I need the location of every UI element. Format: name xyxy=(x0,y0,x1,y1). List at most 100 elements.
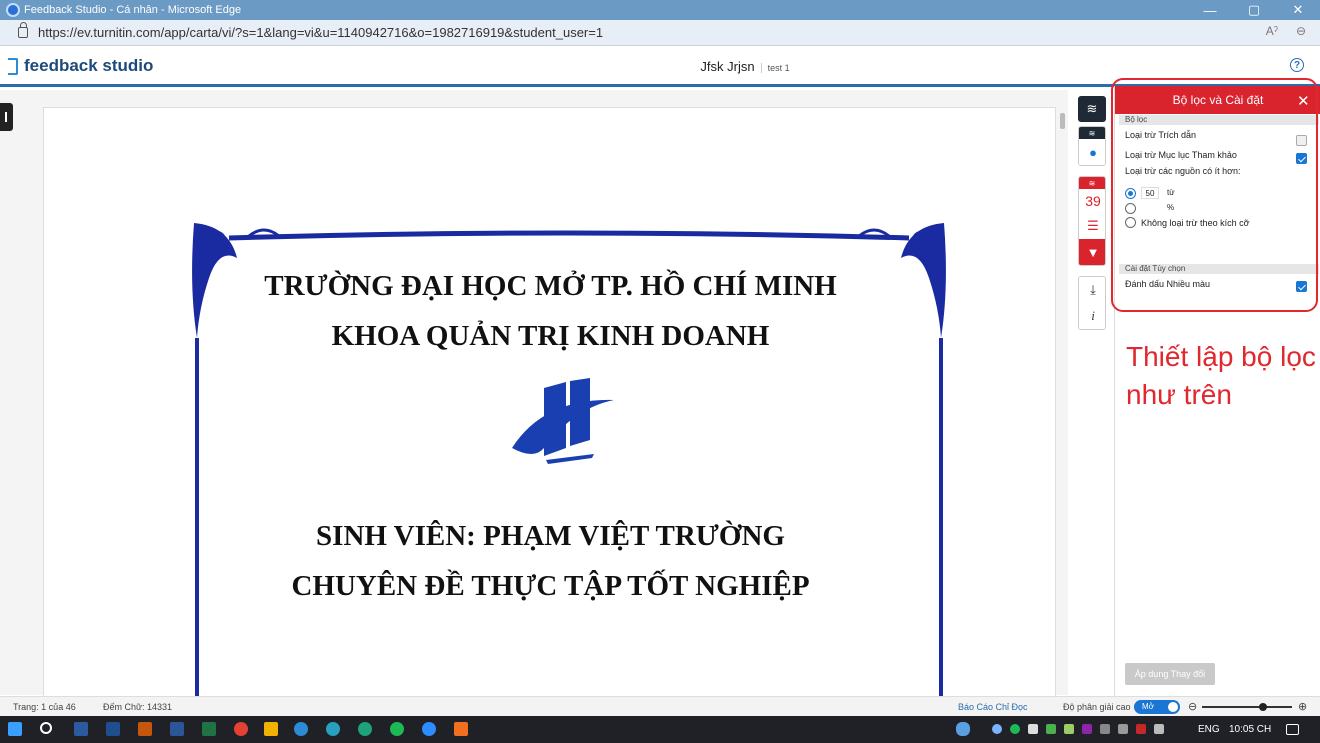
keyboard-icon[interactable] xyxy=(1118,724,1128,734)
tray-battery-icon[interactable] xyxy=(1046,724,1056,734)
high-resolution-toggle[interactable]: Mở xyxy=(1134,700,1180,714)
edge-icon[interactable] xyxy=(294,722,308,736)
info-icon[interactable]: i xyxy=(1079,303,1105,329)
doc-university-line: TRƯỜNG ĐẠI HỌC MỞ TP. HỒ CHÍ MINH xyxy=(264,270,837,302)
window-title: Feedback Studio - Cá nhân - Microsoft Ed… xyxy=(24,4,242,16)
notification-icon[interactable] xyxy=(1286,724,1299,735)
language-indicator[interactable]: ENG xyxy=(1198,724,1220,735)
words-radio[interactable] xyxy=(1125,188,1136,199)
university-emblem-icon xyxy=(512,378,614,464)
text-only-report-link[interactable]: Báo Cáo Chỉ Đọc xyxy=(958,702,1028,712)
student-info: Jfsk Jrjsn test 1 xyxy=(0,59,1320,74)
feedback-layer-icon: ≋ xyxy=(1079,127,1105,139)
windows-taskbar: ENG 10:05 CH xyxy=(0,716,1320,743)
tray-shield-icon[interactable] xyxy=(1064,724,1074,734)
no-size-exclusion-label: Không loại trừ theo kích cỡ xyxy=(1141,218,1250,228)
clock[interactable]: 10:05 CH xyxy=(1229,724,1271,735)
similarity-group: ≋ 39 ☰ ▼ xyxy=(1078,176,1106,266)
tool-column: ≋ ≋ ● ≋ 39 ☰ ▼ ⤓ i xyxy=(1078,96,1106,340)
word-icon[interactable] xyxy=(170,722,184,736)
lightroom-icon[interactable] xyxy=(74,722,88,736)
app-icon[interactable] xyxy=(454,722,468,736)
status-bar: Trang: 1 của 46 Đếm Chữ: 14331 Báo Cáo C… xyxy=(0,696,1320,716)
word-count: Đếm Chữ: 14331 xyxy=(103,702,173,712)
start-icon[interactable] xyxy=(8,722,22,736)
edge-dev-icon[interactable] xyxy=(358,722,372,736)
assignment-name: test 1 xyxy=(760,63,790,73)
address-bar[interactable]: https://ev.turnitin.com/app/carta/vi/?s=… xyxy=(0,20,1320,46)
zoom-slider[interactable] xyxy=(1202,703,1292,711)
feedback-group: ≋ ● xyxy=(1078,126,1106,166)
page-indicator: Trang: 1 của 46 xyxy=(13,702,76,712)
panel-title: Bộ lọc và Cài đặt xyxy=(1145,86,1291,114)
help-icon[interactable]: ? xyxy=(1290,58,1304,72)
volume-icon[interactable] xyxy=(1154,724,1164,734)
exclude-bibliography-label: Loại trừ Mục lục Tham khảo xyxy=(1125,150,1237,160)
doc-student-line: SINH VIÊN: PHẠM VIỆT TRƯỜNG xyxy=(316,520,785,552)
tray-spotify-icon[interactable] xyxy=(1010,724,1020,734)
match-overview-icon[interactable]: ☰ xyxy=(1079,213,1105,239)
left-drawer-handle[interactable] xyxy=(0,103,13,131)
app-header: feedback studio Jfsk Jrjsn test 1 ? xyxy=(0,47,1320,87)
similarity-score[interactable]: 39 xyxy=(1079,189,1105,213)
filter-icon[interactable]: ▼ xyxy=(1079,239,1105,265)
filters-section-header: Bộ lọc xyxy=(1119,115,1319,125)
zoom-in-icon[interactable]: ⊕ xyxy=(1298,700,1307,713)
exclude-small-sources-label: Loại trừ các nguồn có ít hơn: xyxy=(1125,166,1241,176)
document-viewer: TRƯỜNG ĐẠI HỌC MỞ TP. HỒ CHÍ MINH KHOA Q… xyxy=(0,90,1068,718)
exclude-bibliography-checkbox[interactable] xyxy=(1296,153,1307,164)
zoom-app-icon[interactable] xyxy=(422,722,436,736)
edge-beta-icon[interactable] xyxy=(326,722,340,736)
document-page: TRƯỜNG ĐẠI HỌC MỞ TP. HỒ CHÍ MINH KHOA Q… xyxy=(43,107,1056,718)
url-text[interactable]: https://ev.turnitin.com/app/carta/vi/?s=… xyxy=(38,25,603,40)
read-aloud-icon[interactable]: Aˀ xyxy=(1266,24,1278,38)
chrome-icon[interactable] xyxy=(234,722,248,736)
lock-icon xyxy=(18,22,28,38)
close-window-button[interactable]: ✕ xyxy=(1276,0,1320,20)
percent-input[interactable] xyxy=(1141,202,1159,214)
words-input[interactable]: 50 xyxy=(1141,187,1159,199)
tray-v-icon[interactable] xyxy=(1082,724,1092,734)
options-section-header: Cài đặt Tùy chọn xyxy=(1119,264,1319,274)
high-resolution-label: Độ phân giải cao xyxy=(1063,702,1131,712)
exclude-quotes-label: Loại trừ Trích dẫn xyxy=(1125,130,1197,140)
tray-red-icon[interactable] xyxy=(1136,724,1146,734)
spotify-icon[interactable] xyxy=(390,722,404,736)
edge-logo-icon xyxy=(6,3,20,17)
zoom-icon[interactable]: ⊖ xyxy=(1296,24,1306,38)
minimize-button[interactable]: — xyxy=(1188,0,1232,20)
window-controls: — ▢ ✕ xyxy=(1188,0,1320,20)
words-unit: từ xyxy=(1167,188,1175,197)
tray-camera-icon[interactable] xyxy=(1028,724,1038,734)
percent-radio[interactable] xyxy=(1125,203,1136,214)
photoshop-icon[interactable] xyxy=(106,722,120,736)
restore-button[interactable]: ▢ xyxy=(1232,0,1276,20)
layers-icon[interactable]: ≋ xyxy=(1078,96,1106,122)
no-size-exclusion-radio[interactable] xyxy=(1125,217,1136,228)
wifi-icon[interactable] xyxy=(1100,724,1110,734)
download-icon[interactable]: ⤓ xyxy=(1079,277,1105,303)
exclude-quotes-checkbox[interactable] xyxy=(1296,135,1307,146)
tray-app-icon[interactable] xyxy=(992,724,1002,734)
doc-topic-line: CHUYÊN ĐỀ THỰC TẬP TỐT NGHIỆP xyxy=(291,570,810,602)
similarity-layer-icon: ≋ xyxy=(1079,177,1105,189)
excel-icon[interactable] xyxy=(202,722,216,736)
search-icon[interactable] xyxy=(40,722,52,734)
zoom-out-icon[interactable]: ⊖ xyxy=(1188,700,1197,713)
comment-icon[interactable]: ● xyxy=(1079,139,1105,165)
file-explorer-icon[interactable] xyxy=(264,722,278,736)
apply-changes-button[interactable]: Áp dụng Thay đổi xyxy=(1125,663,1215,685)
utility-group: ⤓ i xyxy=(1078,276,1106,330)
panel-close-icon[interactable]: ✕ xyxy=(1297,92,1310,110)
student-name: Jfsk Jrjsn xyxy=(700,59,755,74)
zoom-slider-knob[interactable] xyxy=(1259,703,1268,711)
window-title-bar: Feedback Studio - Cá nhân - Microsoft Ed… xyxy=(0,0,1320,20)
document-scrollbar[interactable] xyxy=(1060,113,1065,129)
multi-color-label: Đánh dấu Nhiều màu xyxy=(1125,279,1211,289)
annotation-note: Thiết lập bộ lọc như trên xyxy=(1126,341,1316,410)
weather-icon[interactable] xyxy=(956,722,970,736)
multi-color-checkbox[interactable] xyxy=(1296,281,1307,292)
percent-unit: % xyxy=(1167,203,1175,212)
doc-faculty-line: KHOA QUẢN TRỊ KINH DOANH xyxy=(331,320,770,352)
illustrator-icon[interactable] xyxy=(138,722,152,736)
